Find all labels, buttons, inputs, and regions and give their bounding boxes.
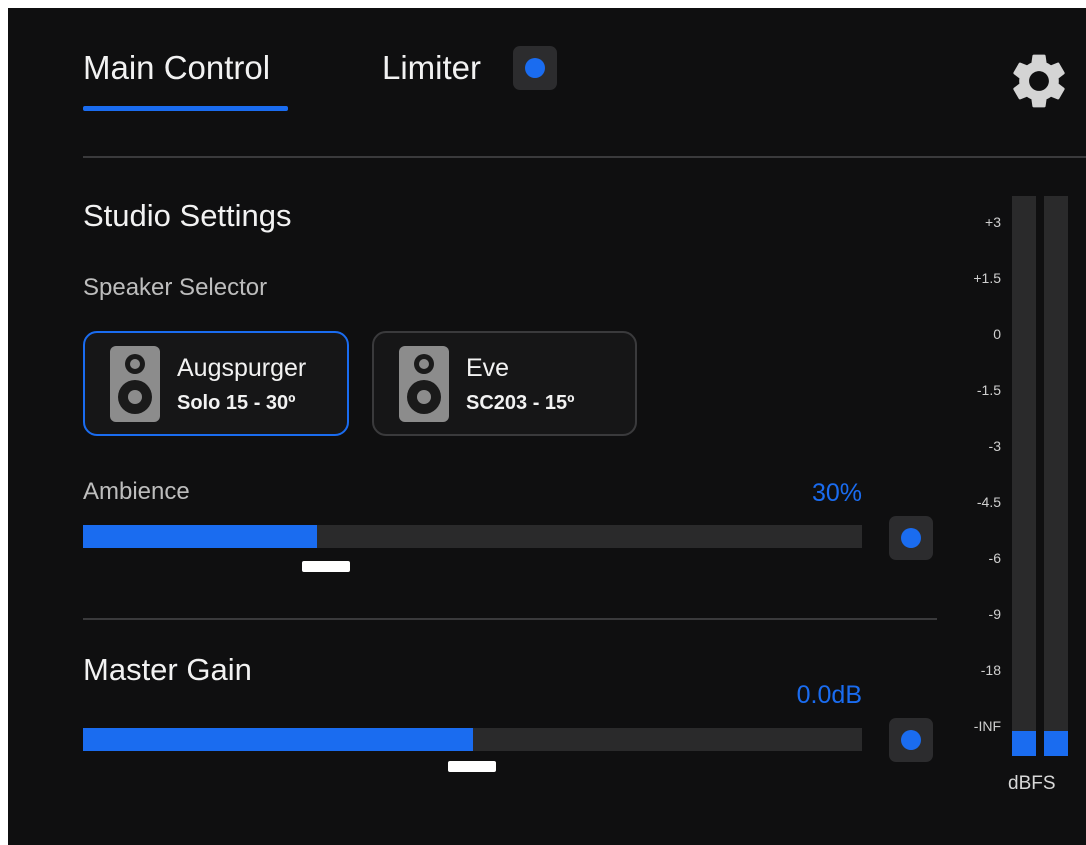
ambience-label: Ambience (83, 478, 190, 505)
master-gain-slider[interactable] (83, 728, 862, 751)
meter-scale-label: -1.5 (976, 382, 1001, 398)
meter-bar-right (1044, 196, 1068, 756)
master-gain-title: Master Gain (83, 652, 252, 687)
plugin-panel: Main Control Limiter Studio Settings Spe… (8, 8, 1086, 845)
speaker-option-augspurger[interactable]: Augspurger Solo 15 - 30º (83, 331, 349, 436)
toggle-indicator (901, 730, 921, 750)
tab-main-control[interactable]: Main Control (83, 48, 270, 88)
speaker-icon (399, 346, 449, 422)
toggle-indicator (525, 58, 545, 78)
ambience-slider[interactable] (83, 525, 862, 548)
toggle-indicator (901, 528, 921, 548)
master-gain-slider-fill (83, 728, 473, 751)
meter-bar-left (1012, 196, 1036, 756)
ambience-enable-toggle[interactable] (889, 516, 933, 560)
master-gain-slider-handle[interactable] (447, 761, 496, 772)
gear-icon (1013, 54, 1065, 108)
meter-scale-label: +1.5 (973, 270, 1001, 286)
speaker-option-eve[interactable]: Eve SC203 - 15º (372, 331, 637, 436)
master-gain-enable-toggle[interactable] (889, 718, 933, 762)
speaker-name: Augspurger (177, 354, 307, 382)
speaker-model: SC203 - 15º (466, 392, 575, 414)
meter-scale-label: -6 (988, 550, 1001, 566)
section-divider (83, 618, 937, 620)
meter-scale-label: -3 (988, 438, 1001, 454)
ambience-slider-fill (83, 525, 317, 548)
ambience-value: 30% (811, 479, 862, 507)
meter-scale-label: -INF (973, 718, 1001, 734)
speaker-selector-label: Speaker Selector (83, 274, 268, 301)
studio-settings-title: Studio Settings (83, 198, 292, 233)
speaker-name: Eve (466, 354, 510, 382)
meter-scale-label: -9 (988, 606, 1001, 622)
ambience-slider-handle[interactable] (301, 561, 350, 572)
meter-unit-label: dBFS (1008, 773, 1056, 794)
speaker-model: Solo 15 - 30º (177, 392, 296, 414)
settings-button[interactable] (1006, 48, 1072, 114)
speaker-icon (110, 346, 160, 422)
meter-level-left (1012, 730, 1036, 756)
meter-scale-label: -4.5 (976, 494, 1001, 510)
header-divider (83, 156, 1086, 158)
limiter-toggle[interactable] (513, 46, 557, 90)
meter-scale-label: +3 (985, 214, 1001, 230)
tab-limiter[interactable]: Limiter (382, 48, 481, 88)
meter-level-right (1044, 730, 1068, 756)
meter-scale-label: 0 (993, 326, 1001, 342)
tab-active-underline (83, 106, 288, 111)
master-gain-value: 0.0dB (796, 681, 862, 709)
meter-scale-label: -18 (980, 662, 1001, 678)
